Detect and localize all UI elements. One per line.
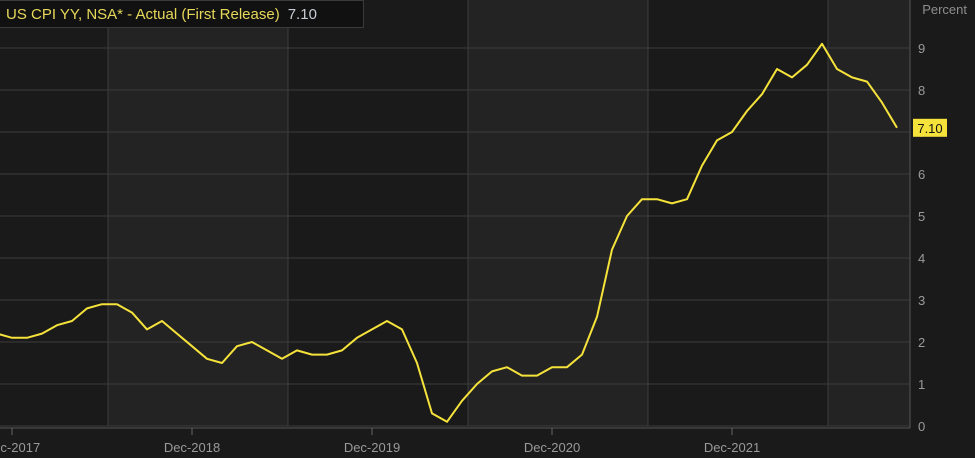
y-tick-label: 4 [918, 251, 925, 266]
y-tick-label: 9 [918, 41, 925, 56]
x-tick-label: Dec-2021 [704, 440, 760, 455]
legend-last-value: 7.10 [287, 5, 317, 23]
y-tick-label: 8 [918, 83, 925, 98]
year-band [828, 0, 910, 426]
y-axis-label: Percent [922, 2, 967, 17]
year-band [108, 0, 288, 426]
y-tick-label: 2 [918, 335, 925, 350]
x-tick-label: Dec-2020 [524, 440, 580, 455]
chart-legend: US CPI YY, NSA* - Actual (First Release)… [0, 0, 364, 28]
current-value-badge-text: 7.10 [917, 121, 942, 136]
x-tick-label: Dec-2018 [164, 440, 220, 455]
x-tick-label: Dec-2017 [0, 440, 40, 455]
y-tick-label: 1 [918, 377, 925, 392]
x-tick-label: Dec-2019 [344, 440, 400, 455]
year-band [468, 0, 648, 426]
y-tick-label: 0 [918, 419, 925, 434]
y-tick-label: 5 [918, 209, 925, 224]
y-tick-label: 6 [918, 167, 925, 182]
cpi-chart: 0123456789Dec-2017Dec-2018Dec-2019Dec-20… [0, 0, 947, 455]
y-tick-label: 3 [918, 293, 925, 308]
legend-series-name: US CPI YY, NSA* - Actual (First Release) [6, 5, 280, 23]
